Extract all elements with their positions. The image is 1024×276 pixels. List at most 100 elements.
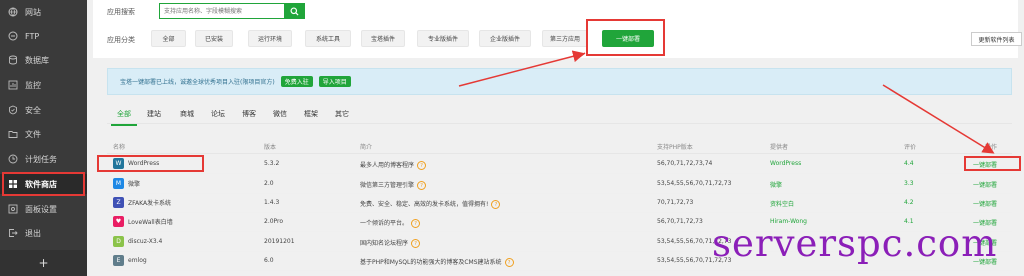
search-input[interactable] bbox=[160, 4, 284, 18]
th-provider: 提供者 bbox=[770, 144, 789, 151]
app-name-text: discuz-X3.4 bbox=[128, 238, 163, 245]
category-third-party[interactable]: 第三方应用 bbox=[542, 30, 588, 47]
sidebar-item-database[interactable]: 数据库 bbox=[0, 50, 87, 70]
tab-forum[interactable]: 论坛 bbox=[211, 109, 225, 119]
app-provider[interactable]: 微擎 bbox=[770, 180, 782, 189]
sidebar-item-monitor[interactable]: 监控 bbox=[0, 75, 87, 95]
app-version: 5.3.2 bbox=[264, 160, 280, 167]
help-icon[interactable]: ? bbox=[504, 258, 514, 267]
weengine-icon: M bbox=[113, 178, 124, 189]
th-version: 版本 bbox=[264, 144, 277, 151]
category-system-tools[interactable]: 系统工具 bbox=[305, 30, 351, 47]
emlog-icon: E bbox=[113, 255, 124, 266]
deploy-button[interactable]: 一键部署 bbox=[973, 180, 997, 189]
app-name: E emlog bbox=[113, 255, 147, 266]
tab-all[interactable]: 全部 bbox=[117, 109, 131, 119]
app-score: 3.3 bbox=[904, 180, 914, 187]
app-php: 56,70,71,72,73 bbox=[657, 218, 703, 225]
app-score: 4.2 bbox=[904, 199, 914, 206]
category-all[interactable]: 全部 bbox=[151, 30, 186, 47]
import-project-button[interactable]: 导入项目 bbox=[318, 76, 351, 87]
sidebar-item-label: 安全 bbox=[25, 105, 41, 115]
sidebar-item-label: 计划任务 bbox=[25, 154, 57, 164]
category-bt-plugins[interactable]: 宝塔插件 bbox=[361, 30, 405, 47]
deploy-button[interactable]: 一键部署 bbox=[973, 199, 997, 208]
table-header: 名称 版本 简介 支持PHP版本 提供者 评价 操作 bbox=[107, 138, 1012, 154]
tab-wechat[interactable]: 微信 bbox=[273, 109, 287, 119]
th-op: 操作 bbox=[985, 144, 998, 151]
sidebar: 网站 FTP 数据库 监控 安全 文件 计划任务 软件商店 面板设置 退出 + bbox=[0, 0, 87, 276]
app-version: 2.0 bbox=[264, 180, 274, 187]
app-desc: 微信第三方管理引擎? bbox=[360, 180, 427, 190]
help-icon[interactable]: ? bbox=[417, 161, 427, 170]
sidebar-item-cron[interactable]: 计划任务 bbox=[0, 149, 87, 169]
app-desc: 一个倾诉的平台。? bbox=[360, 218, 421, 228]
tab-other[interactable]: 其它 bbox=[335, 109, 349, 119]
sidebar-item-label: 面板设置 bbox=[25, 204, 57, 214]
category-tabs: 全部 建站 商城 论坛 博客 微信 框架 其它 bbox=[107, 104, 1012, 124]
category-enterprise-plugins[interactable]: 企业版插件 bbox=[479, 30, 531, 47]
help-icon[interactable]: ? bbox=[491, 200, 501, 209]
help-icon[interactable]: ? bbox=[411, 219, 421, 228]
app-provider[interactable]: WordPress bbox=[770, 160, 801, 167]
sidebar-item-files[interactable]: 文件 bbox=[0, 124, 87, 144]
tab-site[interactable]: 建站 bbox=[147, 109, 161, 119]
active-tab-indicator bbox=[111, 124, 137, 126]
sidebar-item-label: 文件 bbox=[25, 129, 41, 139]
gear-icon bbox=[7, 204, 18, 215]
app-desc: 基于PHP和MySQL的功能强大的博客及CMS建站系统? bbox=[360, 257, 514, 267]
app-desc: 免费、安全、稳定、高效的发卡系统，值得拥有!? bbox=[360, 199, 501, 209]
sidebar-item-ftp[interactable]: FTP bbox=[0, 26, 87, 46]
app-name-text: emlog bbox=[128, 257, 147, 264]
app-desc: 国内知名论坛程序? bbox=[360, 238, 421, 248]
app-name: M 微擎 bbox=[113, 178, 140, 189]
category-runtime[interactable]: 运行环境 bbox=[248, 30, 292, 47]
sidebar-item-website[interactable]: 网站 bbox=[0, 2, 87, 22]
app-name: ♥ LoveWall表白墙 bbox=[113, 216, 173, 227]
category-installed[interactable]: 已安装 bbox=[195, 30, 233, 47]
sidebar-item-settings[interactable]: 面板设置 bbox=[0, 199, 87, 219]
database-icon bbox=[7, 55, 18, 66]
sidebar-item-label: 监控 bbox=[25, 80, 41, 90]
category-pro-plugins[interactable]: 专业版插件 bbox=[417, 30, 469, 47]
app-filter-panel: 应用搜索 应用分类 全部 已安装 运行环境 系统工具 宝塔插件 专业版插件 企业… bbox=[93, 0, 1022, 58]
free-join-button[interactable]: 免费入驻 bbox=[280, 76, 313, 87]
ftp-icon bbox=[7, 31, 18, 42]
app-version: 2.0Pro bbox=[264, 218, 284, 225]
app-version: 1.4.3 bbox=[264, 199, 280, 206]
tab-framework[interactable]: 框架 bbox=[304, 109, 318, 119]
refresh-list-button[interactable]: 更新软件列表 bbox=[971, 32, 1022, 46]
th-desc: 简介 bbox=[360, 144, 373, 151]
help-icon[interactable]: ? bbox=[417, 181, 427, 190]
add-button[interactable]: + bbox=[0, 250, 87, 276]
tab-blog[interactable]: 博客 bbox=[242, 109, 256, 119]
table-row: Z ZFAKA发卡系统 1.4.3 免费、安全、稳定、高效的发卡系统，值得拥有!… bbox=[107, 194, 1012, 213]
category-label: 应用分类 bbox=[107, 36, 135, 44]
table-row: W WordPress 5.3.2 最多人用的博客程序? 56,70,71,72… bbox=[107, 155, 1012, 174]
monitor-icon bbox=[7, 80, 18, 91]
app-name-text: ZFAKA发卡系统 bbox=[128, 200, 172, 207]
sidebar-item-logout[interactable]: 退出 bbox=[0, 223, 87, 243]
th-php: 支持PHP版本 bbox=[657, 144, 693, 151]
logout-icon bbox=[7, 228, 18, 239]
sidebar-item-label: 退出 bbox=[25, 228, 41, 238]
deploy-notice: 宝塔一键部署已上线，诚邀全球优秀项目入驻(限项目官方) 免费入驻 导入项目 bbox=[107, 68, 1012, 95]
tab-mall[interactable]: 商城 bbox=[180, 109, 194, 119]
app-provider[interactable]: 资料空白 bbox=[770, 199, 794, 208]
watermark-text: serverspc.com bbox=[712, 222, 998, 265]
folder-icon bbox=[7, 129, 18, 140]
globe-icon bbox=[7, 7, 18, 18]
app-php: 53,54,55,56,70,71,72,73 bbox=[657, 180, 732, 187]
search-label: 应用搜索 bbox=[107, 8, 135, 16]
app-name: D discuz-X3.4 bbox=[113, 236, 162, 247]
sidebar-item-security[interactable]: 安全 bbox=[0, 100, 87, 120]
discuz-icon: D bbox=[113, 236, 124, 247]
app-score: 4.4 bbox=[904, 160, 914, 167]
app-php: 56,70,71,72,73,74 bbox=[657, 160, 713, 167]
table-row: M 微擎 2.0 微信第三方管理引擎? 53,54,55,56,70,71,72… bbox=[107, 175, 1012, 194]
sidebar-item-label: 网站 bbox=[25, 7, 41, 17]
search-box bbox=[159, 3, 305, 19]
app-version: 6.0 bbox=[264, 257, 274, 264]
help-icon[interactable]: ? bbox=[411, 239, 421, 248]
search-button[interactable] bbox=[284, 4, 304, 18]
